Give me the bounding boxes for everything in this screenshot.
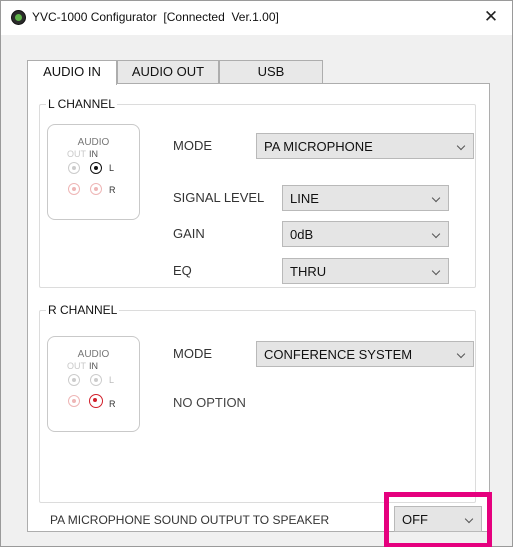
- out-r-jack-icon: [68, 395, 80, 407]
- close-button[interactable]: ✕: [478, 5, 504, 29]
- title-bar[interactable]: YVC-1000 Configurator [Connected Ver.1.0…: [1, 1, 512, 35]
- in-l-jack-icon: [90, 374, 102, 386]
- l-gain-label: GAIN: [173, 226, 205, 241]
- tab-audio-out[interactable]: AUDIO OUT: [117, 60, 219, 84]
- l-mode-select[interactable]: PA MICROPHONE: [256, 133, 474, 159]
- pa-output-highlight-frame: [384, 492, 492, 547]
- l-mode-value: PA MICROPHONE: [264, 139, 373, 154]
- configurator-window: YVC-1000 Configurator [Connected Ver.1.0…: [0, 0, 513, 547]
- diagram-in-label: IN: [89, 361, 98, 371]
- app-logo-icon: [11, 10, 26, 25]
- pa-output-label: PA MICROPHONE SOUND OUTPUT TO SPEAKER: [50, 513, 330, 527]
- l-gain-select[interactable]: 0dB: [282, 221, 449, 247]
- l-signal-level-value: LINE: [290, 191, 319, 206]
- chevron-down-icon: [456, 141, 466, 151]
- diagram-in-label: IN: [89, 149, 98, 159]
- l-signal-level-label: SIGNAL LEVEL: [173, 190, 265, 205]
- l-gain-value: 0dB: [290, 227, 314, 242]
- chevron-down-icon: [431, 193, 441, 203]
- out-l-jack-icon: [68, 162, 80, 174]
- l-eq-value: THRU: [290, 264, 327, 279]
- r-audio-jack-diagram: AUDIO OUT IN L R: [47, 336, 140, 432]
- r-channel-group: R CHANNEL AUDIO OUT IN L R MODE CONFEREN…: [39, 303, 476, 503]
- in-l-jack-active-icon: [90, 162, 102, 174]
- diagram-out-label: OUT: [67, 361, 86, 371]
- r-channel-title: R CHANNEL: [46, 303, 120, 317]
- in-r-jack-active-icon: [89, 394, 103, 408]
- diagram-audio-label: AUDIO: [77, 349, 110, 360]
- chevron-down-icon: [431, 229, 441, 239]
- l-eq-label: EQ: [173, 263, 192, 278]
- out-r-jack-icon: [68, 183, 80, 195]
- l-audio-jack-diagram: AUDIO OUT IN L R: [47, 124, 140, 220]
- r-no-option-text: NO OPTION: [173, 395, 246, 410]
- out-l-jack-icon: [68, 374, 80, 386]
- jack-r-letter: R: [109, 399, 116, 409]
- tab-usb[interactable]: USB: [219, 60, 323, 84]
- r-mode-label: MODE: [173, 346, 212, 361]
- r-mode-select[interactable]: CONFERENCE SYSTEM: [256, 341, 474, 367]
- r-mode-value: CONFERENCE SYSTEM: [264, 347, 413, 362]
- tab-audio-in[interactable]: AUDIO IN: [27, 60, 117, 85]
- jack-l-letter: L: [109, 375, 115, 385]
- chevron-down-icon: [456, 349, 466, 359]
- l-mode-label: MODE: [173, 138, 212, 153]
- jack-l-letter: L: [109, 163, 115, 173]
- l-eq-select[interactable]: THRU: [282, 258, 449, 284]
- diagram-audio-label: AUDIO: [77, 137, 110, 148]
- audio-in-panel: L CHANNEL AUDIO OUT IN L R MODE PA MICRO…: [27, 83, 490, 532]
- in-r-jack-icon: [90, 183, 102, 195]
- jack-r-letter: R: [109, 185, 116, 195]
- diagram-out-label: OUT: [67, 149, 86, 159]
- l-signal-level-select[interactable]: LINE: [282, 185, 449, 211]
- l-channel-title: L CHANNEL: [46, 97, 117, 111]
- chevron-down-icon: [431, 266, 441, 276]
- window-title: YVC-1000 Configurator [Connected Ver.1.0…: [32, 10, 279, 24]
- l-channel-group: L CHANNEL AUDIO OUT IN L R MODE PA MICRO…: [39, 97, 476, 288]
